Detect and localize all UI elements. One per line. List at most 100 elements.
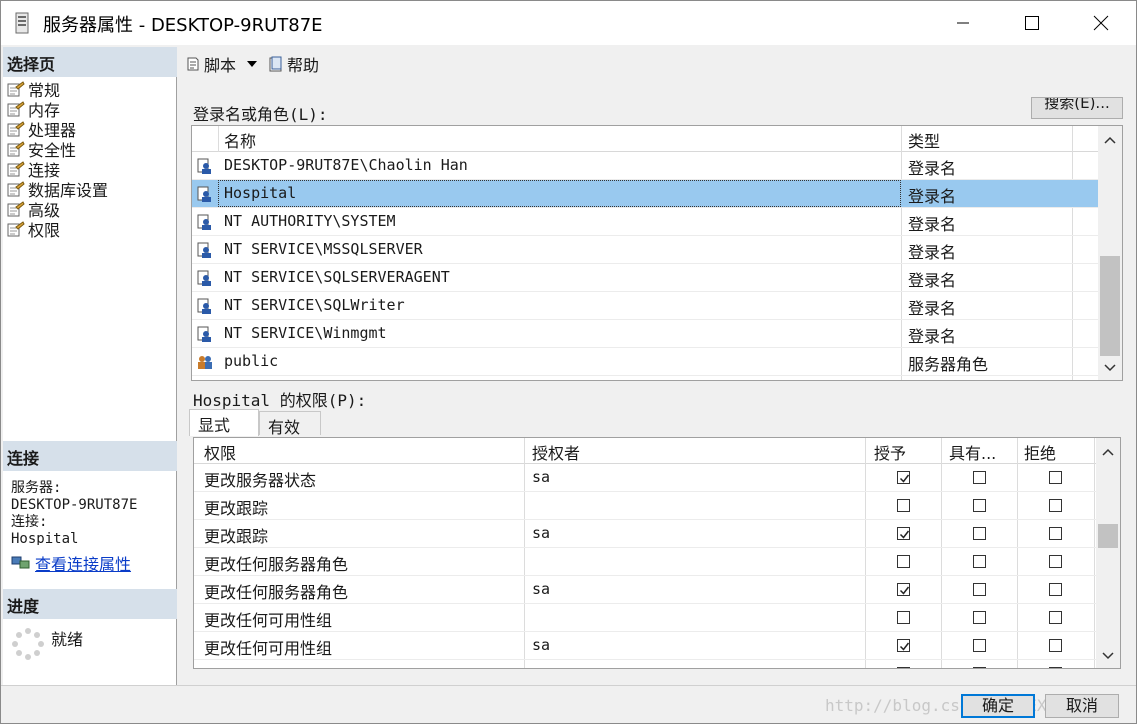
search-button[interactable]: 搜索(E)... [1031, 97, 1123, 119]
login-type: 登录名 [908, 159, 957, 178]
toolbar: 脚本 帮助 [179, 47, 1136, 81]
login-user-icon [197, 270, 211, 286]
deny-checkbox[interactable] [1049, 555, 1062, 568]
login-row[interactable]: NT SERVICE\MSSQLSERVER 登录名 [192, 236, 1098, 264]
ok-button[interactable]: 确定 [961, 694, 1035, 718]
login-type: 登录名 [908, 271, 957, 290]
grant-checkbox[interactable] [897, 499, 910, 512]
login-row[interactable]: DESKTOP-9RUT87E\Chaolin Han 登录名 [192, 152, 1098, 180]
with-grant-checkbox[interactable] [973, 499, 986, 512]
permission-row: 更改任何可用性组 sa [194, 632, 1096, 660]
deny-checkbox[interactable] [1049, 527, 1062, 540]
permission-grantor: sa [532, 636, 551, 654]
grant-checkbox[interactable] [897, 555, 910, 568]
grant-checkbox[interactable] [897, 583, 910, 596]
grant-checkbox[interactable] [897, 527, 910, 540]
scroll-down-icon[interactable] [1098, 356, 1122, 380]
nav-item[interactable]: 常规 [7, 79, 60, 100]
left-pane: 选择页 常规 内存 处理器 安全性 连接 数据库设置 高级 权限 连接 服务器: DESKTO… [3, 47, 177, 685]
login-row[interactable]: public 服务器角色 [192, 348, 1098, 376]
dialog-footer: http://blog.csdn.net/EXEDATER 确定 取消 [1, 685, 1136, 723]
login-row[interactable]: Hospital 登录名 [192, 180, 1098, 208]
logins-grid[interactable]: 名称 类型 DESKTOP-9RUT87E\Chaolin Han 登录名 Hosp… [191, 125, 1123, 381]
cancel-button[interactable]: 取消 [1045, 694, 1119, 718]
column-header-grantor[interactable]: 授权者 [532, 440, 580, 464]
login-user-icon [197, 298, 211, 314]
server-label: 服务器: [11, 480, 62, 496]
deny-checkbox[interactable] [1049, 611, 1062, 624]
login-name: public [224, 352, 279, 370]
with-grant-checkbox[interactable] [973, 667, 986, 668]
help-icon [269, 56, 282, 72]
minimize-icon [957, 22, 969, 24]
maximize-button[interactable] [997, 1, 1067, 45]
scroll-down-icon[interactable] [1096, 644, 1120, 668]
login-type: 登录名 [908, 327, 957, 346]
page-wrench-icon [7, 221, 25, 237]
scroll-up-icon[interactable] [1098, 128, 1122, 152]
nav-item[interactable]: 内存 [7, 99, 60, 120]
title-bar: 服务器属性 - DESKTOP-9RUT87E [1, 1, 1136, 45]
nav-item[interactable]: 处理器 [7, 119, 76, 140]
login-user-icon [197, 158, 211, 174]
grant-checkbox[interactable] [897, 639, 910, 652]
nav-item[interactable]: 数据库设置 [7, 179, 108, 200]
nav-item[interactable]: 权限 [7, 219, 61, 240]
logins-scrollbar[interactable] [1098, 126, 1122, 380]
progress-spinner-icon [12, 628, 44, 660]
grant-checkbox[interactable] [897, 667, 910, 668]
column-header-with-grant[interactable]: 具有... [949, 440, 996, 464]
column-header-deny[interactable]: 拒绝 [1024, 440, 1056, 464]
script-button[interactable]: 脚本 [185, 52, 236, 76]
permission-row: 更改跟踪 [194, 492, 1096, 520]
deny-checkbox[interactable] [1049, 499, 1062, 512]
deny-checkbox[interactable] [1049, 639, 1062, 652]
permission-row: 更改任何服务器角色 [194, 548, 1096, 576]
login-row[interactable]: NT SERVICE\Winmgmt 登录名 [192, 320, 1098, 348]
column-header-type[interactable]: 类型 [908, 128, 940, 152]
with-grant-checkbox[interactable] [973, 471, 986, 484]
nav-item[interactable]: 高级 [7, 199, 60, 220]
scroll-thumb[interactable] [1100, 256, 1120, 356]
permission-grantor: sa [532, 580, 551, 598]
deny-checkbox[interactable] [1049, 667, 1062, 668]
dropdown-arrow-icon [247, 61, 258, 67]
column-header-grant[interactable]: 授予 [874, 440, 906, 464]
deny-checkbox[interactable] [1049, 471, 1062, 484]
login-row[interactable]: NT SERVICE\SQLWriter 登录名 [192, 292, 1098, 320]
help-button[interactable]: 帮助 [268, 52, 319, 76]
with-grant-checkbox[interactable] [973, 611, 986, 624]
view-connection-properties-link[interactable]: 查看连接属性 [11, 551, 131, 575]
scroll-thumb[interactable] [1098, 524, 1118, 548]
scroll-up-icon[interactable] [1096, 440, 1120, 464]
minimize-button[interactable] [928, 1, 998, 45]
column-header-name[interactable]: 名称 [224, 128, 256, 152]
login-name: NT SERVICE\Winmgmt [224, 324, 387, 342]
script-dropdown[interactable] [246, 60, 258, 68]
login-name: DESKTOP-9RUT87E\Chaolin Han [224, 156, 468, 174]
nav-item[interactable]: 安全性 [7, 139, 76, 160]
with-grant-checkbox[interactable] [973, 583, 986, 596]
permissions-grid[interactable]: 权限 授权者 授予 具有... 拒绝 更改服务器状态 sa 更改跟踪 更改跟踪 sa 更改… [193, 437, 1121, 669]
nav-item-label: 权限 [28, 221, 61, 240]
nav-item[interactable]: 连接 [7, 159, 60, 180]
login-row[interactable]: NT AUTHORITY\SYSTEM 登录名 [192, 208, 1098, 236]
tab-effective[interactable]: 有效 [259, 411, 321, 437]
deny-checkbox[interactable] [1049, 583, 1062, 596]
permission-row: 更改任何服务器角色 sa [194, 576, 1096, 604]
with-grant-checkbox[interactable] [973, 527, 986, 540]
permission-row: 更改任意登录名 [194, 660, 1096, 668]
permissions-scrollbar[interactable] [1096, 438, 1120, 668]
tab-explicit[interactable]: 显式 [189, 409, 259, 436]
grant-checkbox[interactable] [897, 471, 910, 484]
login-name: NT AUTHORITY\SYSTEM [224, 212, 396, 230]
script-icon [187, 57, 199, 71]
with-grant-checkbox[interactable] [973, 639, 986, 652]
login-row[interactable]: NT SERVICE\SQLSERVERAGENT 登录名 [192, 264, 1098, 292]
close-button[interactable] [1066, 1, 1136, 45]
login-name: Hospital [224, 184, 297, 202]
column-header-permission[interactable]: 权限 [204, 440, 236, 464]
with-grant-checkbox[interactable] [973, 555, 986, 568]
permission-name: 更改跟踪 [204, 499, 269, 518]
grant-checkbox[interactable] [897, 611, 910, 624]
